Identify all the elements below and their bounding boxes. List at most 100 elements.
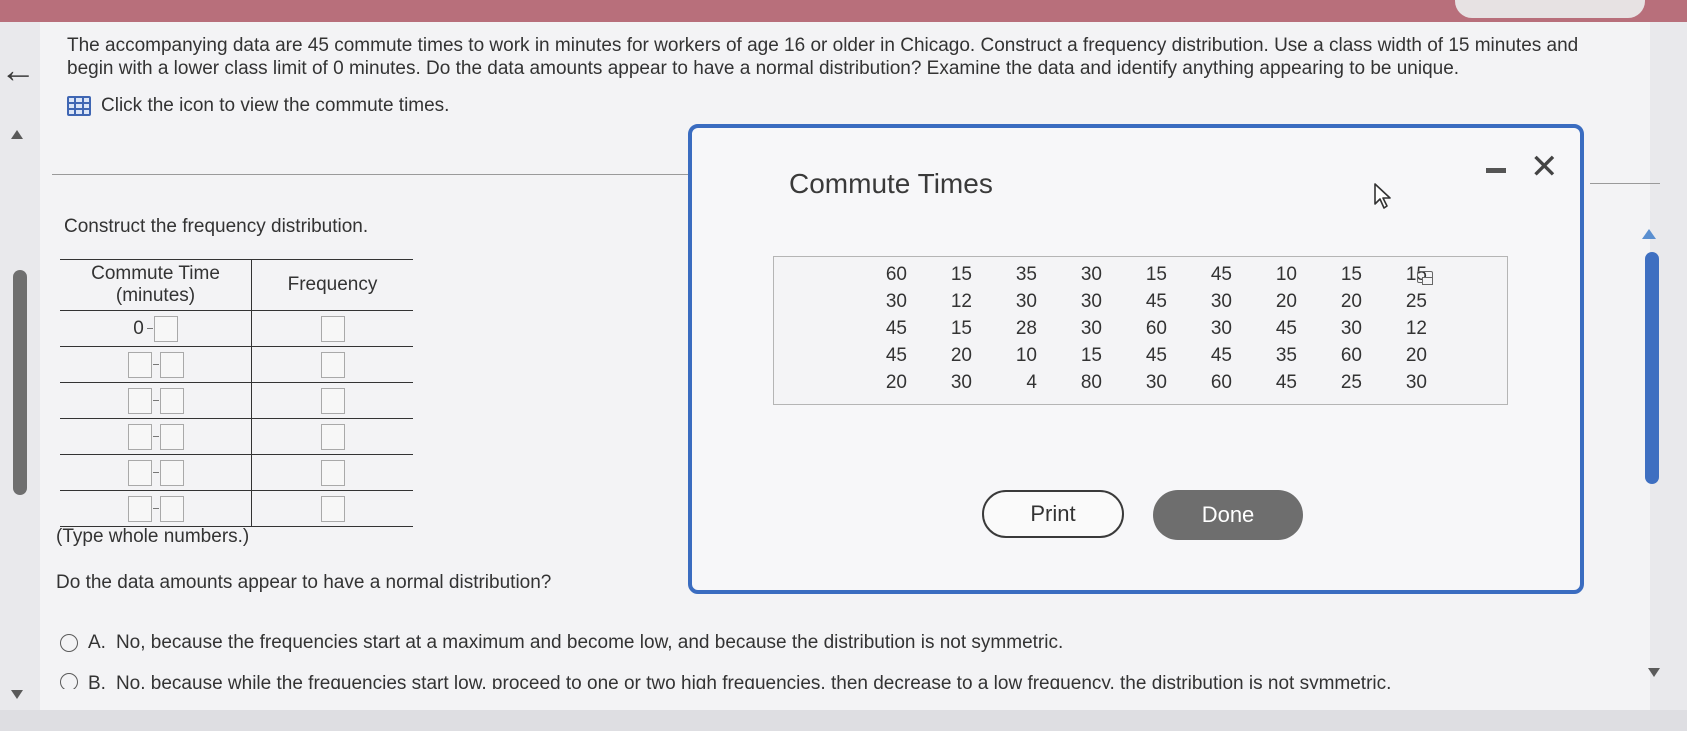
done-button[interactable]: Done [1153, 490, 1303, 540]
view-data-link-label[interactable]: Click the icon to view the commute times… [101, 95, 449, 117]
commute-time-cell: 20 [1275, 290, 1297, 312]
range-dash [152, 364, 159, 365]
question-text: The accompanying data are 45 commute tim… [67, 35, 1579, 79]
commute-time-cell: 30 [1080, 317, 1102, 339]
commute-time-cell: 30 [1340, 317, 1362, 339]
view-data-link[interactable]: Click the icon to view the commute times… [67, 95, 449, 117]
commute-time-cell: 25 [1340, 371, 1362, 393]
lower-limit-input[interactable] [127, 351, 152, 378]
commute-time-cell: 45 [1275, 317, 1297, 339]
table-grid-icon[interactable] [67, 96, 91, 116]
range-dash [152, 400, 159, 401]
commute-time-cell: 60 [885, 263, 907, 285]
commute-time-cell: 45 [1145, 290, 1167, 312]
commute-time-cell: 30 [885, 290, 907, 312]
minimize-icon[interactable] [1486, 168, 1506, 173]
commute-time-cell: 30 [1080, 263, 1102, 285]
print-button[interactable]: Print [982, 490, 1124, 538]
right-scroll-down-arrow-icon[interactable] [1648, 668, 1660, 677]
normal-distribution-question: Do the data amounts appear to have a nor… [56, 572, 552, 593]
commute-time-cell: 45 [1145, 344, 1167, 366]
left-scrollbar-thumb[interactable] [13, 270, 27, 495]
range-dash [152, 508, 159, 509]
option-a[interactable]: A. No, because the frequencies start at … [60, 632, 1063, 654]
commute-time-cell: 20 [1405, 344, 1427, 366]
frequency-input[interactable] [320, 387, 345, 414]
bottom-strip [0, 710, 1687, 731]
close-icon[interactable]: ✕ [1530, 150, 1559, 184]
option-letter: A. [88, 632, 106, 653]
divider [1590, 183, 1660, 184]
commute-time-cell: 60 [1145, 317, 1167, 339]
scroll-down-arrow-icon[interactable] [11, 690, 23, 699]
table-row [60, 454, 413, 491]
commute-time-cell: 60 [1340, 344, 1362, 366]
commute-time-cell: 20 [1340, 290, 1362, 312]
lower-limit-input[interactable] [127, 387, 152, 414]
upper-limit-input[interactable] [159, 495, 184, 522]
radio-button[interactable] [60, 634, 78, 652]
table-row: 60 15 35 30 15 45 10 15 15 [844, 261, 1429, 288]
commute-time-cell: 45 [885, 344, 907, 366]
commute-time-cell: 15 [1080, 344, 1102, 366]
commute-time-cell: 25 [1405, 290, 1427, 312]
lower-limit-input[interactable] [127, 459, 152, 486]
frequency-input[interactable] [320, 459, 345, 486]
copy-icon[interactable] [1417, 271, 1433, 285]
commute-time-cell: 45 [1210, 263, 1232, 285]
commute-time-cell: 15 [1145, 263, 1167, 285]
top-bar-pill [1455, 0, 1645, 18]
commute-time-cell: 30 [1015, 290, 1037, 312]
frequency-input[interactable] [320, 315, 345, 342]
commute-time-cell: 10 [1275, 263, 1297, 285]
back-arrow-icon[interactable]: ← [0, 52, 36, 88]
upper-limit-input[interactable] [159, 423, 184, 450]
commute-time-cell: 80 [1080, 371, 1102, 393]
commute-time-cell: 30 [1080, 290, 1102, 312]
header-frequency: Frequency [251, 259, 413, 311]
radio-button[interactable] [60, 673, 78, 689]
frequency-input[interactable] [320, 423, 345, 450]
commute-time-cell: 35 [1015, 263, 1037, 285]
commute-time-cell: 45 [885, 317, 907, 339]
frequency-input[interactable] [320, 351, 345, 378]
commute-time-cell: 30 [1145, 371, 1167, 393]
construct-instruction: Construct the frequency distribution. [64, 216, 369, 237]
option-b[interactable]: B. No, because while the frequencies sta… [60, 673, 1391, 689]
commute-time-cell: 30 [950, 371, 972, 393]
frequency-input[interactable] [320, 495, 345, 522]
commute-time-cell: 60 [1210, 371, 1232, 393]
upper-limit-input[interactable] [153, 315, 178, 342]
lower-limit-input[interactable] [127, 423, 152, 450]
upper-limit-input[interactable] [159, 351, 184, 378]
option-text: No, because while the frequencies start … [115, 673, 1392, 689]
type-whole-numbers-note: (Type whole numbers.) [56, 526, 250, 547]
mouse-cursor-icon [1374, 183, 1391, 209]
commute-time-cell: 35 [1275, 344, 1297, 366]
commute-time-cell: 45 [1210, 344, 1232, 366]
commute-time-cell: 30 [1405, 371, 1427, 393]
divider [52, 174, 692, 175]
right-scrollbar-thumb[interactable] [1645, 252, 1659, 484]
table-row [60, 382, 413, 419]
table-row: 20 30 4 80 30 60 45 25 30 [844, 369, 1429, 396]
commute-time-cell: 4 [1026, 371, 1037, 393]
commute-time-cell: 15 [1340, 263, 1362, 285]
table-row [60, 490, 413, 527]
first-lower-limit: 0 [133, 317, 144, 339]
upper-limit-input[interactable] [159, 387, 184, 414]
commute-time-cell: 30 [1210, 290, 1232, 312]
dialog-title: Commute Times [789, 168, 993, 199]
commute-time-cell: 10 [1015, 344, 1037, 366]
upper-limit-input[interactable] [159, 459, 184, 486]
commute-times-table: 60 15 35 30 15 45 10 15 15 30 12 30 30 45 30 20 20 25 45 15… [844, 261, 1429, 396]
lower-limit-input[interactable] [127, 495, 152, 522]
option-letter: B. [88, 673, 106, 689]
table-row: 0 [60, 310, 413, 347]
commute-time-cell: 15 [950, 263, 972, 285]
scroll-up-arrow-icon[interactable] [11, 130, 23, 139]
commute-time-cell: 12 [950, 290, 972, 312]
commute-time-cell: 45 [1275, 371, 1297, 393]
commute-time-cell: 12 [1405, 317, 1427, 339]
right-scroll-up-arrow-icon[interactable] [1642, 229, 1656, 239]
